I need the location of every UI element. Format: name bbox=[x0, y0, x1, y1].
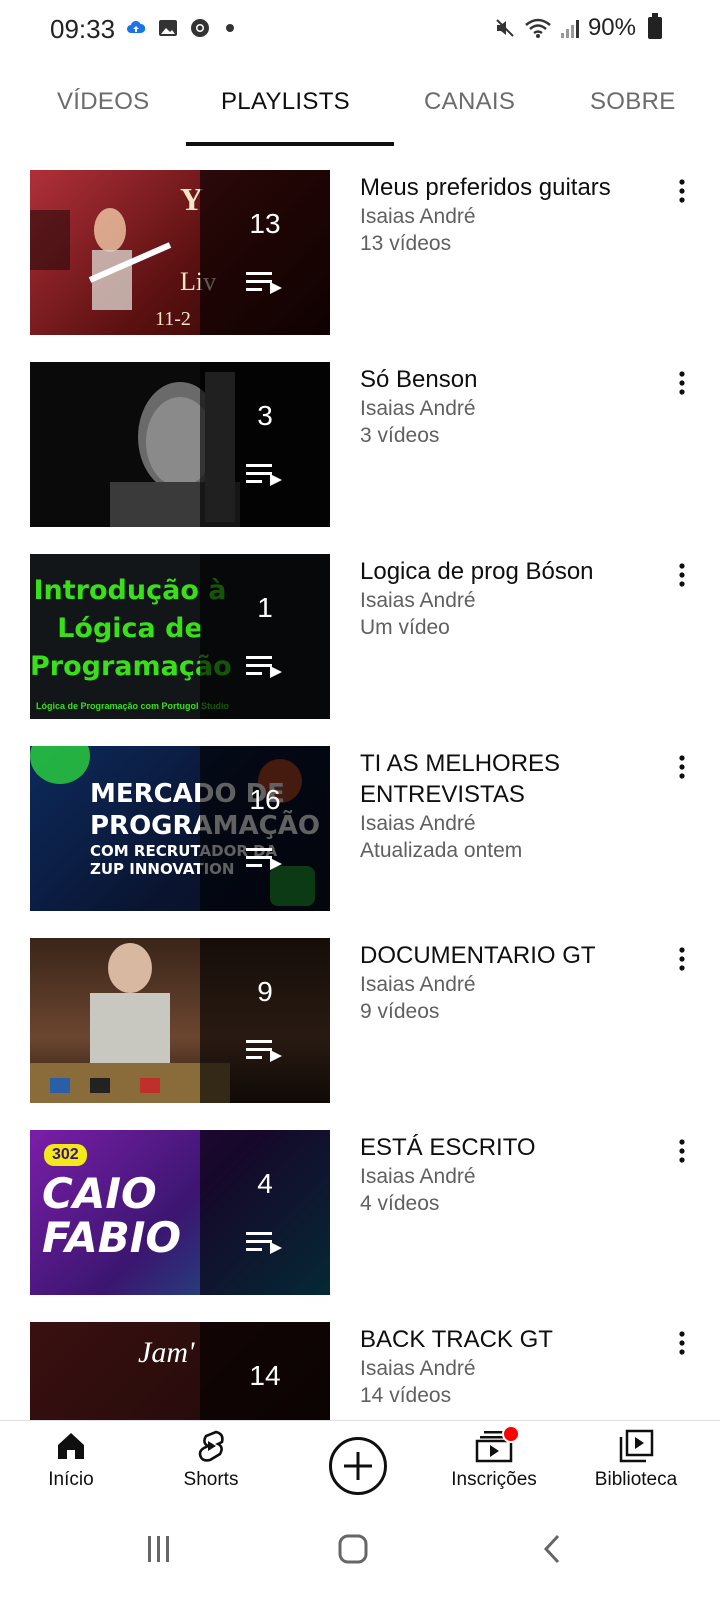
video-count: 9 bbox=[257, 976, 273, 1007]
playlist-thumbnail[interactable]: 3 bbox=[30, 362, 330, 527]
tab-about[interactable]: SOBRE bbox=[590, 88, 676, 116]
list-item[interactable]: Y Liv 11-2 13 Meus preferidos guitars Is… bbox=[30, 170, 710, 336]
list-item[interactable]: 9 DOCUMENTARIO GT Isaias André 9 vídeos bbox=[30, 938, 710, 1104]
chrome-icon bbox=[191, 19, 209, 37]
playlist-thumbnail[interactable]: 302 CAIO FABIO 4 bbox=[30, 1130, 330, 1295]
notification-badge bbox=[502, 1425, 520, 1443]
playlist-title[interactable]: Só Benson bbox=[360, 364, 650, 395]
battery-icon bbox=[648, 13, 662, 39]
status-bar: 09:33 90% bbox=[0, 0, 720, 60]
thumb-text: FABIO bbox=[42, 1213, 182, 1262]
thumb-badge: 302 bbox=[44, 1144, 87, 1166]
home-icon bbox=[58, 1433, 84, 1459]
playlist-thumbnail[interactable]: Jam' 14 bbox=[30, 1322, 330, 1420]
more-options-icon[interactable] bbox=[670, 1328, 694, 1358]
svg-text:11-2: 11-2 bbox=[155, 308, 191, 330]
tab-channels[interactable]: CANAIS bbox=[424, 88, 515, 116]
playlist-icon bbox=[246, 272, 282, 294]
thumb-text: CAIO bbox=[42, 1169, 157, 1218]
more-options-icon[interactable] bbox=[670, 176, 694, 206]
nav-subscriptions[interactable]: Inscrições bbox=[434, 1425, 554, 1491]
playlist-title[interactable]: TI AS MELHORES ENTREVISTAS bbox=[360, 748, 650, 810]
playlist-thumbnail[interactable]: Introdução à Lógica de Programação Lógic… bbox=[30, 554, 330, 719]
nav-subscriptions-label: Inscrições bbox=[451, 1469, 537, 1490]
thumb-text: Jam' bbox=[138, 1336, 195, 1369]
cloud-upload-icon bbox=[127, 20, 146, 33]
battery-percent: 90% bbox=[587, 14, 636, 41]
video-count: 16 bbox=[249, 784, 281, 815]
nav-shorts[interactable]: Shorts bbox=[151, 1429, 271, 1491]
playlist-meta: 4 vídeos bbox=[360, 1192, 440, 1215]
video-count: 1 bbox=[257, 592, 273, 623]
status-time: 09:33 bbox=[50, 14, 116, 44]
list-item[interactable]: 302 CAIO FABIO 4 ESTÁ ESCRITO Isaias And… bbox=[30, 1130, 710, 1296]
playlist-title[interactable]: BACK TRACK GT bbox=[360, 1324, 650, 1355]
playlist-owner: Isaias André bbox=[360, 397, 476, 420]
playlist-owner: Isaias André bbox=[360, 812, 476, 835]
playlist-meta: Atualizada ontem bbox=[360, 839, 523, 862]
nav-library-label: Biblioteca bbox=[594, 1469, 678, 1490]
back-icon[interactable] bbox=[536, 1532, 570, 1566]
playlist-title[interactable]: DOCUMENTARIO GT bbox=[360, 940, 650, 971]
more-options-icon[interactable] bbox=[670, 944, 694, 974]
list-item[interactable]: MERCADO DE PROGRAMAÇÃO COM RECRUTADOR DA… bbox=[30, 746, 710, 912]
video-count: 14 bbox=[249, 1360, 281, 1391]
playlist-owner: Isaias André bbox=[360, 589, 476, 612]
nav-library[interactable]: Biblioteca bbox=[576, 1429, 696, 1491]
playlist-title[interactable]: Meus preferidos guitars bbox=[360, 172, 650, 203]
more-options-icon[interactable] bbox=[670, 368, 694, 398]
nav-home-label: Início bbox=[48, 1469, 94, 1490]
more-options-icon[interactable] bbox=[670, 752, 694, 782]
more-options-icon[interactable] bbox=[670, 560, 694, 590]
home-button-icon[interactable] bbox=[336, 1532, 370, 1566]
create-icon bbox=[344, 1452, 372, 1480]
channel-tabs: VÍDEOS PLAYLISTS CANAIS SOBRE bbox=[0, 70, 720, 148]
recent-apps-icon[interactable] bbox=[142, 1532, 176, 1566]
playlist-meta: 3 vídeos bbox=[360, 424, 440, 447]
playlist-thumbnail[interactable]: MERCADO DE PROGRAMAÇÃO COM RECRUTADOR DA… bbox=[30, 746, 330, 911]
playlist-owner: Isaias André bbox=[360, 1357, 476, 1380]
playlist-meta: 9 vídeos bbox=[360, 1000, 440, 1023]
notification-dot-icon bbox=[226, 24, 234, 32]
wifi-icon bbox=[525, 18, 551, 38]
playlist-title[interactable]: ESTÁ ESCRITO bbox=[360, 1132, 650, 1163]
list-item[interactable]: Jam' 14 BACK TRACK GT Isaias André 14 ví… bbox=[30, 1322, 710, 1420]
playlist-owner: Isaias André bbox=[360, 205, 476, 228]
playlist-list: Y Liv 11-2 13 Meus preferidos guitars Is… bbox=[0, 170, 720, 1420]
image-icon bbox=[159, 20, 177, 36]
playlist-owner: Isaias André bbox=[360, 1165, 476, 1188]
video-count: 4 bbox=[257, 1168, 273, 1199]
active-tab-indicator bbox=[186, 142, 394, 146]
playlist-icon bbox=[246, 1232, 282, 1254]
playlist-icon bbox=[246, 1040, 282, 1062]
tab-playlists[interactable]: PLAYLISTS bbox=[221, 88, 350, 116]
library-icon bbox=[619, 1429, 654, 1463]
list-item[interactable]: 3 Só Benson Isaias André 3 vídeos bbox=[30, 362, 710, 528]
playlist-icon bbox=[246, 464, 282, 486]
create-button[interactable] bbox=[329, 1437, 387, 1495]
nav-shorts-label: Shorts bbox=[183, 1469, 239, 1490]
playlist-owner: Isaias André bbox=[360, 973, 476, 996]
nav-home[interactable]: Início bbox=[11, 1429, 131, 1491]
list-item[interactable]: Introdução à Lógica de Programação Lógic… bbox=[30, 554, 710, 720]
video-count: 3 bbox=[257, 400, 273, 431]
system-navigation-bar bbox=[0, 1510, 720, 1600]
shorts-icon bbox=[198, 1430, 224, 1462]
playlist-thumbnail[interactable]: Y Liv 11-2 13 bbox=[30, 170, 330, 335]
playlist-thumbnail[interactable]: 9 bbox=[30, 938, 330, 1103]
playlist-title[interactable]: Logica de prog Bóson bbox=[360, 556, 650, 587]
mute-icon bbox=[496, 19, 514, 37]
playlist-icon bbox=[246, 848, 282, 870]
playlist-meta: Um vídeo bbox=[360, 616, 450, 639]
signal-icon bbox=[560, 20, 579, 38]
video-count: 13 bbox=[249, 208, 281, 239]
playlist-meta: 13 vídeos bbox=[360, 232, 452, 255]
playlist-icon bbox=[246, 656, 282, 678]
bottom-navigation: Início Shorts Inscrições Biblioteca bbox=[0, 1420, 720, 1511]
playlist-meta: 14 vídeos bbox=[360, 1384, 452, 1407]
tab-videos[interactable]: VÍDEOS bbox=[57, 88, 150, 116]
more-options-icon[interactable] bbox=[670, 1136, 694, 1166]
